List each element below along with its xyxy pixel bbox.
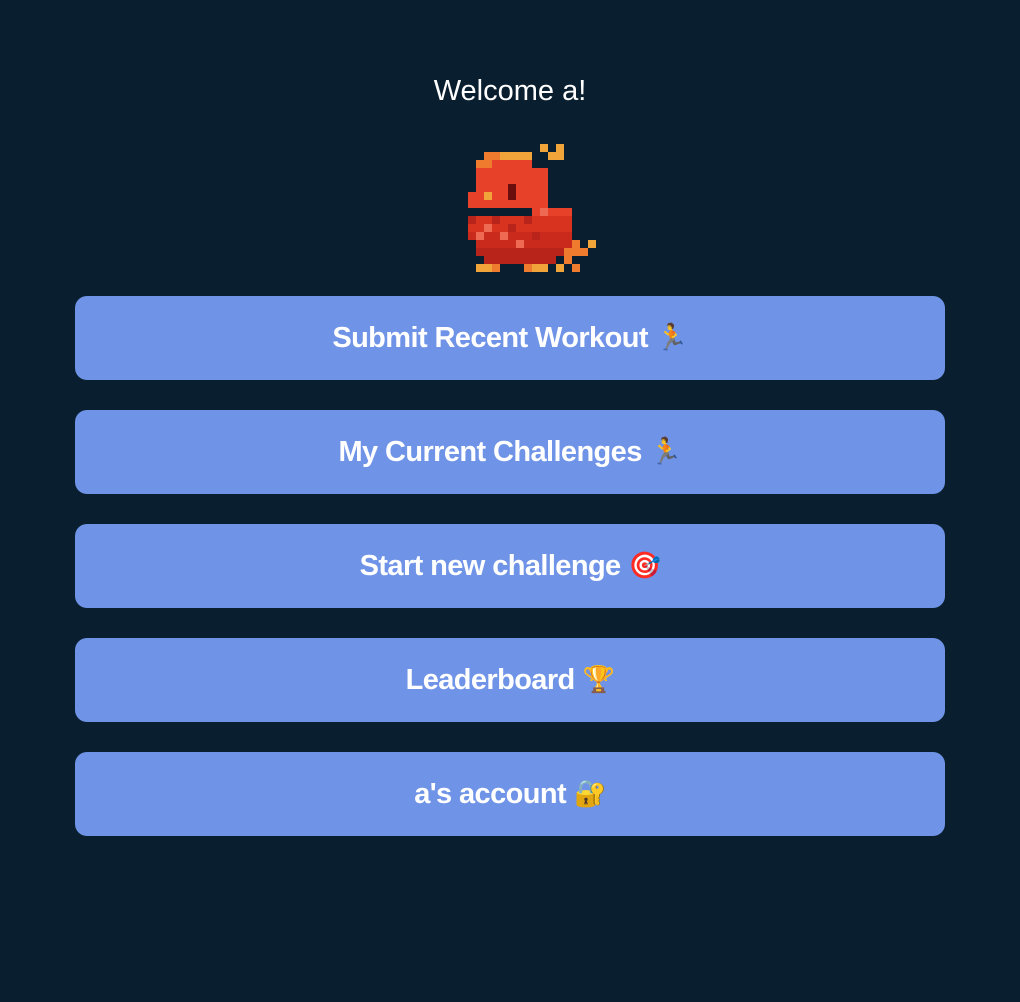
running-person-icon: 🏃: [649, 437, 682, 467]
running-person-icon: 🏃: [655, 323, 688, 353]
account-label: a's account: [414, 777, 566, 810]
start-new-challenge-button[interactable]: Start new challenge 🎯: [75, 524, 945, 608]
account-button[interactable]: a's account 🔐: [75, 752, 945, 836]
dart-target-icon: 🎯: [628, 551, 661, 581]
my-current-challenges-label: My Current Challenges: [338, 435, 642, 468]
lock-key-icon: 🔐: [574, 779, 606, 809]
trophy-icon: 🏆: [582, 665, 615, 695]
red-pixel-bird-icon: [468, 144, 596, 280]
submit-recent-workout-label: Submit Recent Workout: [332, 321, 648, 354]
welcome-heading: Welcome a!: [433, 75, 587, 107]
main-menu: Submit Recent Workout 🏃 My Current Chall…: [75, 296, 945, 866]
leaderboard-button[interactable]: Leaderboard 🏆: [75, 638, 945, 722]
my-current-challenges-button[interactable]: My Current Challenges 🏃: [75, 410, 945, 494]
leaderboard-label: Leaderboard: [405, 663, 576, 696]
start-new-challenge-label: Start new challenge: [359, 549, 622, 582]
submit-recent-workout-button[interactable]: Submit Recent Workout 🏃: [75, 296, 945, 380]
